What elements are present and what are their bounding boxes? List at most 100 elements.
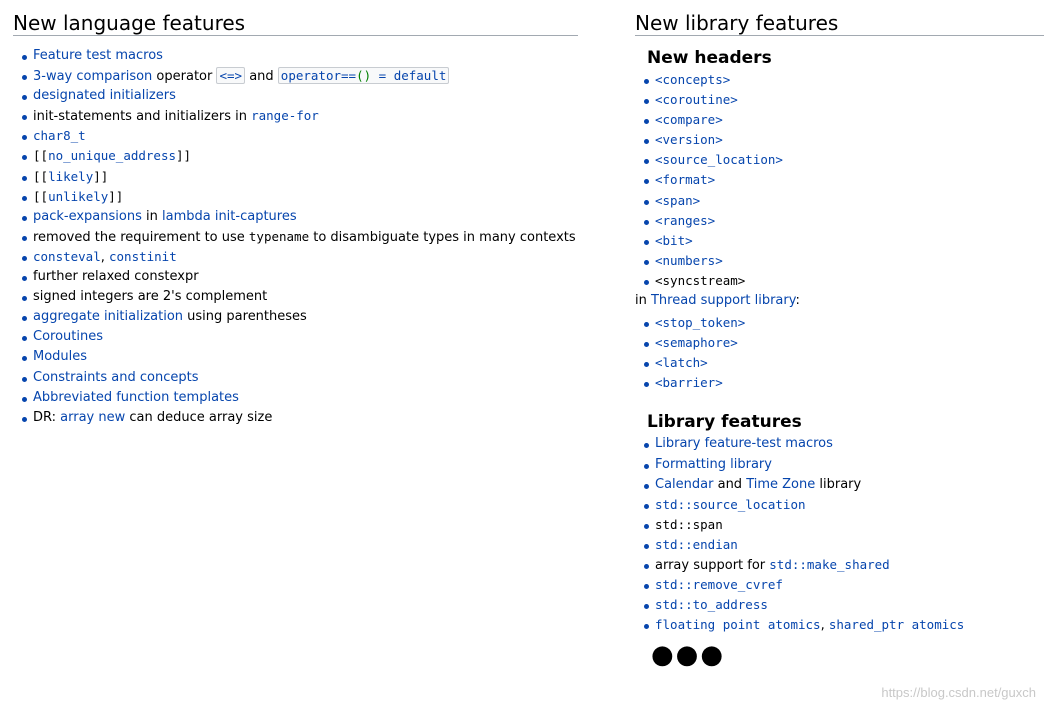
text: : <box>795 293 800 309</box>
text: , <box>100 249 109 265</box>
unlikely-link[interactable]: unlikely <box>48 189 108 204</box>
list-item: <barrier> <box>635 373 1044 393</box>
header-version-link[interactable]: <version> <box>655 132 723 147</box>
list-item: Feature test macros <box>13 46 578 66</box>
header-semaphore-link[interactable]: <semaphore> <box>655 335 738 350</box>
list-item: array support for std::make_shared <box>635 555 1044 575</box>
more-ellipsis: ●●● <box>651 640 726 671</box>
designated-initializers-link[interactable]: designated initializers <box>33 88 176 103</box>
constraints-concepts-link[interactable]: Constraints and concepts <box>33 370 199 385</box>
consteval-link[interactable]: consteval <box>33 249 101 264</box>
header-barrier-link[interactable]: <barrier> <box>655 375 723 390</box>
list-item: <concepts> <box>635 70 1044 90</box>
formatting-library-link[interactable]: Formatting library <box>655 457 772 472</box>
header-compare-link[interactable]: <compare> <box>655 112 723 127</box>
list-item: [[no_unique_address]] <box>13 146 578 166</box>
text: library <box>815 476 862 492</box>
list-item: Abbreviated function templates <box>13 388 578 408</box>
header-source-location-link[interactable]: <source_location> <box>655 152 783 167</box>
text: removed the requirement to use <box>33 229 249 245</box>
list-item: further relaxed constexpr <box>13 267 578 287</box>
list-item: <syncstream> <box>635 271 1044 291</box>
list-item: Calendar and Time Zone library <box>635 475 1044 495</box>
library-features-list: Library feature-test macros Formatting l… <box>635 434 1044 635</box>
operator-eq-default-link[interactable]: operator==() = default <box>277 67 450 85</box>
time-zone-link[interactable]: Time Zone <box>746 477 815 492</box>
make-shared-link[interactable]: std::make_shared <box>769 557 889 572</box>
shared-ptr-atomics-link[interactable]: shared_ptr atomics <box>829 617 964 632</box>
calendar-link[interactable]: Calendar <box>655 477 713 492</box>
header-bit-link[interactable]: <bit> <box>655 233 693 248</box>
header-syncstream: <syncstream> <box>655 272 746 288</box>
header-latch-link[interactable]: <latch> <box>655 355 708 370</box>
list-item: aggregate initialization using parenthes… <box>13 307 578 327</box>
modules-link[interactable]: Modules <box>33 349 87 364</box>
header-format-link[interactable]: <format> <box>655 172 715 187</box>
text: can deduce array size <box>125 409 273 425</box>
language-features-heading: New language features <box>13 0 578 36</box>
library-features-column: New library features New headers <concep… <box>635 0 1044 671</box>
pack-expansions-link[interactable]: pack-expansions <box>33 209 142 224</box>
bracket-close: ]] <box>93 168 109 184</box>
list-item: [[unlikely]] <box>13 187 578 207</box>
range-for-link[interactable]: range-for <box>251 108 319 123</box>
header-coroutine-link[interactable]: <coroutine> <box>655 92 738 107</box>
list-item: <latch> <box>635 353 1044 373</box>
list-item: signed integers are 2's complement <box>13 287 578 307</box>
header-stop-token-link[interactable]: <stop_token> <box>655 315 745 330</box>
source-location-link[interactable]: std::source_location <box>655 497 806 512</box>
aggregate-initialization-link[interactable]: aggregate initialization <box>33 309 183 324</box>
no-unique-address-link[interactable]: no_unique_address <box>48 148 176 163</box>
header-concepts-link[interactable]: <concepts> <box>655 72 730 87</box>
list-item: <ranges> <box>635 211 1044 231</box>
list-item: <format> <box>635 170 1044 190</box>
list-item: <version> <box>635 130 1044 150</box>
list-item: std::span <box>635 515 1044 535</box>
thread-support-link[interactable]: Thread support library <box>651 293 796 308</box>
text: signed integers are 2's complement <box>33 289 268 305</box>
bracket-close: ]] <box>108 188 124 204</box>
list-item: pack-expansions in lambda init-captures <box>13 207 578 227</box>
remove-cvref-link[interactable]: std::remove_cvref <box>655 577 783 592</box>
header-ranges-link[interactable]: <ranges> <box>655 213 715 228</box>
new-headers-heading: New headers <box>647 48 772 68</box>
bracket-open: [[ <box>33 188 49 204</box>
coroutines-link[interactable]: Coroutines <box>33 329 103 344</box>
feature-test-macros-link[interactable]: Feature test macros <box>33 48 163 63</box>
text: and <box>713 476 747 492</box>
to-address-link[interactable]: std::to_address <box>655 597 768 612</box>
char8-t-link[interactable]: char8_t <box>33 128 86 143</box>
list-item: Library feature-test macros <box>635 434 1044 454</box>
library-features-subheading: Library features <box>647 412 802 433</box>
list-item: <bit> <box>635 231 1044 251</box>
endian-link[interactable]: std::endian <box>655 537 738 552</box>
list-item: Constraints and concepts <box>13 368 578 388</box>
lambda-init-captures-link[interactable]: lambda init-captures <box>162 209 297 224</box>
text: to disambiguate types in many contexts <box>309 229 576 245</box>
likely-link[interactable]: likely <box>48 169 93 184</box>
list-item: char8_t <box>13 126 578 146</box>
text: , <box>820 618 829 634</box>
language-features-column: New language features Feature test macro… <box>13 0 578 428</box>
text: array support for <box>655 557 770 573</box>
spaceship-operator-link[interactable]: <=> <box>216 67 246 85</box>
operator-eq-tail: = default <box>371 68 447 84</box>
list-item: <stop_token> <box>635 313 1044 333</box>
abbreviated-templates-link[interactable]: Abbreviated function templates <box>33 390 239 405</box>
list-item: designated initializers <box>13 86 578 106</box>
library-feature-test-macros-link[interactable]: Library feature-test macros <box>655 436 833 451</box>
text: in <box>141 208 162 224</box>
list-item: std::to_address <box>635 595 1044 615</box>
list-item: [[likely]] <box>13 167 578 187</box>
text: further relaxed constexpr <box>33 269 199 285</box>
header-numbers-link[interactable]: <numbers> <box>655 253 723 268</box>
header-span-link[interactable]: <span> <box>655 193 700 208</box>
floating-point-atomics-link[interactable]: floating point atomics <box>655 617 821 632</box>
constinit-link[interactable]: constinit <box>109 249 177 264</box>
list-item: <coroutine> <box>635 90 1044 110</box>
span-text: std::span <box>655 516 723 532</box>
text: in <box>635 293 651 309</box>
three-way-comparison-link[interactable]: 3-way comparison <box>33 69 152 84</box>
array-new-link[interactable]: array new <box>60 410 125 425</box>
list-item: <numbers> <box>635 251 1044 271</box>
